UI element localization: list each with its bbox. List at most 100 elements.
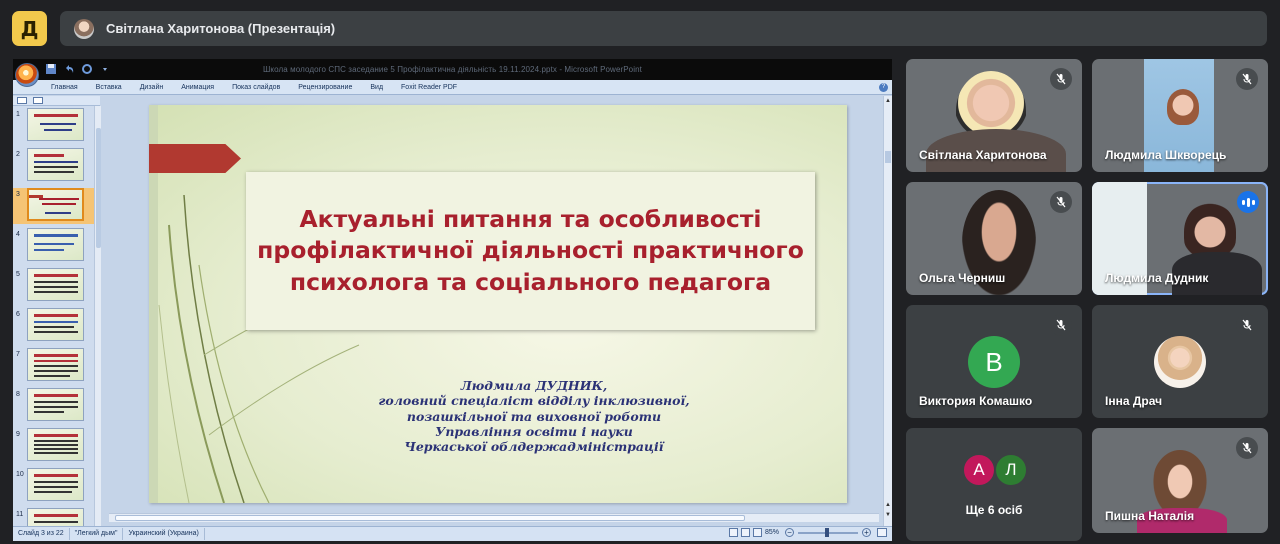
zoom-in-button[interactable]: + <box>862 528 871 537</box>
mic-off-icon[interactable] <box>1050 314 1072 336</box>
participant-tile[interactable]: Світлана Харитонова <box>906 59 1082 172</box>
slide-title: Актуальні питання та особливості профіла… <box>257 204 804 296</box>
participant-tile[interactable]: Ольга Черниш <box>906 182 1082 295</box>
mic-off-icon[interactable] <box>1236 68 1258 90</box>
more-participants-tile[interactable]: А Л Ще 6 осіб <box>906 428 1082 541</box>
slide-thumbnail-number: 9 <box>16 431 20 438</box>
participant-initial-avatar: А <box>962 453 996 487</box>
slide-thumbnail[interactable]: 11 <box>13 508 94 526</box>
fit-to-window-icon[interactable] <box>877 528 887 537</box>
slide-thumbnail-image <box>27 268 84 301</box>
normal-view-icon[interactable] <box>729 528 738 537</box>
participant-photo-avatar <box>1154 336 1206 388</box>
ribbon-tab-review[interactable]: Рецензирование <box>298 84 352 91</box>
slide-thumbnail[interactable]: 9 <box>13 428 94 464</box>
vertical-scroll-thumb[interactable] <box>885 151 891 163</box>
slides-tab-icon[interactable] <box>17 97 27 104</box>
slide-thumbnail[interactable]: 7 <box>13 348 94 384</box>
ribbon-tab-view[interactable]: Вид <box>370 84 383 91</box>
slide-thumbnail-number: 11 <box>16 511 24 518</box>
slide-thumbnail-number: 4 <box>16 231 20 238</box>
slide-thumbnail[interactable]: 6 <box>13 308 94 344</box>
slide-author-line: Черкаської облдержадміністрації <box>404 439 664 454</box>
more-participants-label: Ще 6 осіб <box>965 503 1023 517</box>
slide-vertical-scrollbar[interactable]: ▲ ▲ ▼ <box>883 96 892 526</box>
slide-sorter-view-icon[interactable] <box>741 528 750 537</box>
slide-thumbnail-image <box>27 188 84 221</box>
slide-horizontal-scrollbar[interactable] <box>109 513 879 522</box>
ribbon-tab-slideshow[interactable]: Показ слайдов <box>232 84 280 91</box>
thumbnails-scrollbar[interactable] <box>94 106 101 526</box>
ribbon-tab-animation[interactable]: Анимация <box>181 84 214 91</box>
scroll-up-icon[interactable]: ▲ <box>885 98 891 104</box>
mic-off-icon[interactable] <box>1050 68 1072 90</box>
zoom-level[interactable]: 85% <box>765 529 779 536</box>
more-participants-avatars: А Л <box>962 453 1028 487</box>
mic-off-icon[interactable] <box>1236 437 1258 459</box>
slide-thumbnail[interactable]: 4 <box>13 228 94 264</box>
theme-name: "Легкий дым" <box>70 528 124 540</box>
ribbon-tab-insert[interactable]: Вставка <box>96 84 122 91</box>
slide-thumbnails-pane: 1 2 3 4 5 6 7 8 9 10 11 <box>13 106 94 526</box>
language-indicator[interactable]: Украинский (Украина) <box>123 528 205 540</box>
slide-red-arrow <box>149 144 241 173</box>
slide-canvas: Актуальні питання та особливості профіла… <box>101 96 886 526</box>
slide-thumbnail[interactable]: 2 <box>13 148 94 184</box>
speaking-indicator-icon <box>1237 191 1259 213</box>
slide-thumbnail-number: 7 <box>16 351 20 358</box>
outline-pane-tabs <box>13 96 100 106</box>
participant-name: Світлана Харитонова <box>919 148 1047 162</box>
presentation-title: Світлана Харитонова (Презентація) <box>106 21 336 36</box>
participant-name: Людмила Шкворець <box>1105 148 1227 162</box>
participant-tile[interactable]: Людмила Шкворець <box>1092 59 1268 172</box>
app-logo-glyph: Д <box>20 16 39 41</box>
slide-thumbnail-active[interactable]: 3 <box>13 188 94 224</box>
shared-screen: Школа молодого СПС заседание 5 Профілакт… <box>13 59 892 541</box>
meet-window: Д Світлана Харитонова (Презентація) Школ… <box>0 0 1280 544</box>
slide-thumbnail-image <box>27 108 84 141</box>
slide-thumbnail-number: 2 <box>16 151 20 158</box>
slide-thumbnail-number: 8 <box>16 391 20 398</box>
slide-thumbnail-number: 6 <box>16 311 20 318</box>
help-icon[interactable]: ? <box>879 83 888 92</box>
office-orb-icon[interactable] <box>15 63 39 87</box>
participant-name: Інна Драч <box>1105 394 1163 408</box>
participant-name: Пишна Наталія <box>1105 509 1195 523</box>
mic-off-icon[interactable] <box>1050 191 1072 213</box>
ribbon-tab-home[interactable]: Главная <box>51 84 78 91</box>
slide-counter: Слайд 3 из 22 <box>13 528 70 540</box>
slideshow-view-icon[interactable] <box>753 528 762 537</box>
app-logo[interactable]: Д <box>12 11 47 46</box>
slide-thumbnail[interactable]: 5 <box>13 268 94 304</box>
zoom-slider-knob[interactable] <box>825 528 829 537</box>
slide-thumbnail-image <box>27 508 84 526</box>
current-slide: Актуальні питання та особливості профіла… <box>149 105 847 503</box>
ppt-window-title: Школа молодого СПС заседание 5 Профілакт… <box>263 65 642 74</box>
participant-tile[interactable]: В Виктория Комашко <box>906 305 1082 418</box>
ribbon-tab-foxit[interactable]: Foxit Reader PDF <box>401 84 457 91</box>
slide-thumbnail-number: 5 <box>16 271 20 278</box>
participant-tile[interactable]: Інна Драч <box>1092 305 1268 418</box>
slide-thumbnail-image <box>27 308 84 341</box>
slide-thumbnail[interactable]: 1 <box>13 108 94 144</box>
slide-thumbnail[interactable]: 10 <box>13 468 94 504</box>
outline-tab-icon[interactable] <box>33 97 43 104</box>
participant-name: Ольга Черниш <box>919 271 1006 285</box>
slide-author-block: Людмила ДУДНИК, головний спеціаліст відд… <box>299 378 769 454</box>
participant-tile[interactable]: Пишна Наталія <box>1092 428 1268 533</box>
slide-thumbnail-number: 10 <box>16 471 24 478</box>
zoom-out-button[interactable]: − <box>785 528 794 537</box>
slide-thumbnail[interactable]: 8 <box>13 388 94 424</box>
slide-author-line: головний спеціаліст відділу інклюзивної, <box>378 393 690 409</box>
ppt-titlebar: Школа молодого СПС заседание 5 Профілакт… <box>13 59 892 80</box>
participant-tile-active-speaker[interactable]: Людмила Дудник <box>1092 182 1268 295</box>
presenter-avatar <box>74 18 94 39</box>
slide-thumbnail-number: 1 <box>16 111 20 118</box>
horizontal-scroll-thumb[interactable] <box>115 515 745 521</box>
mic-off-icon[interactable] <box>1236 314 1258 336</box>
next-slide-icon[interactable]: ▼ <box>885 512 891 518</box>
ribbon-tab-design[interactable]: Дизайн <box>140 84 164 91</box>
participant-video-face <box>1167 89 1199 125</box>
previous-slide-icon[interactable]: ▲ <box>885 502 891 508</box>
presentation-title-bar[interactable]: Світлана Харитонова (Презентація) <box>60 11 1267 46</box>
